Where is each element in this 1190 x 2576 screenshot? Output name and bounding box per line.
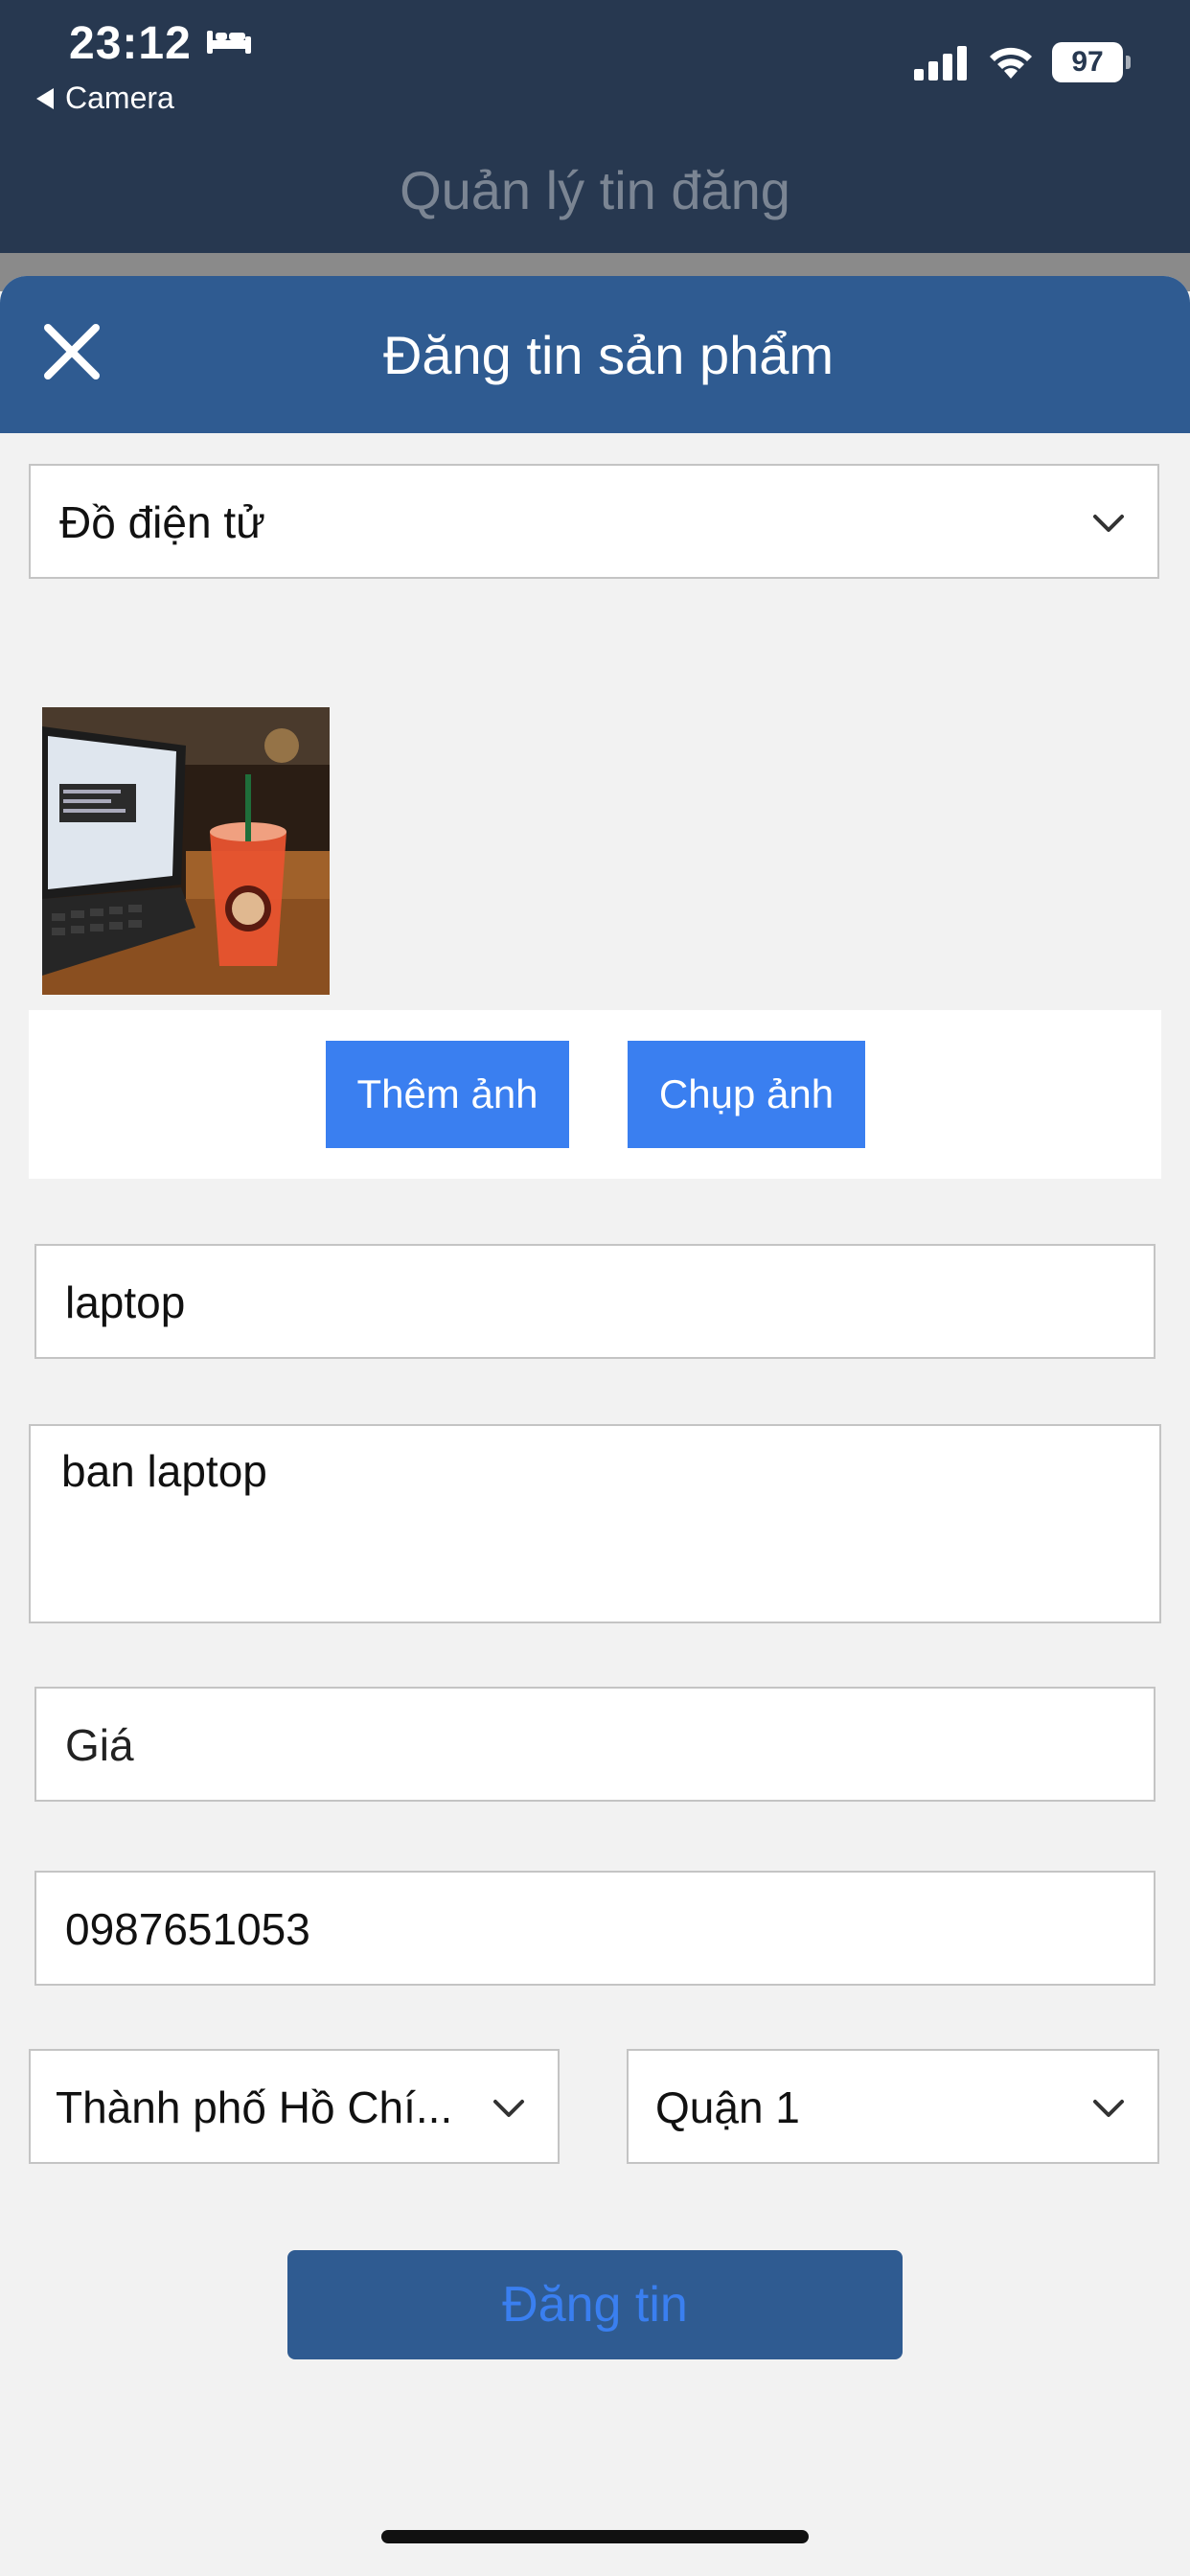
category-select[interactable]: Đồ điện tử <box>29 464 1159 579</box>
chevron-down-icon <box>1093 515 1124 532</box>
district-select[interactable]: Quận 1 <box>627 2049 1159 2164</box>
submit-post-button[interactable]: Đăng tin <box>287 2250 903 2359</box>
sheet-header: Đăng tin sản phẩm <box>0 276 1190 433</box>
home-indicator[interactable] <box>381 2530 809 2543</box>
signal-icon <box>914 46 967 80</box>
chevron-down-icon <box>1093 2100 1124 2117</box>
sheet-title: Đăng tin sản phẩm <box>382 325 835 385</box>
post-product-sheet: Đăng tin sản phẩm Đồ điện tử Thêm ảnh Ch… <box>0 276 1190 2576</box>
app-header: 23:12 Camera 97 Quản lý tin đăng <box>0 0 1190 253</box>
phone-value: 0987651053 <box>65 1904 310 1954</box>
bed-icon <box>207 31 251 54</box>
add-photo-button[interactable]: Thêm ảnh <box>326 1041 569 1148</box>
chevron-down-icon <box>493 2100 524 2117</box>
back-to-camera-link[interactable]: Camera <box>36 80 174 116</box>
title-value: laptop <box>65 1277 186 1327</box>
battery-level: 97 <box>1052 42 1123 82</box>
status-time: 23:12 <box>69 18 192 69</box>
phone-input[interactable]: 0987651053 <box>34 1871 1156 1986</box>
district-value: Quận 1 <box>655 2082 800 2132</box>
description-value: ban laptop <box>61 1446 267 1496</box>
price-input[interactable]: Giá <box>34 1687 1156 1802</box>
product-photo-thumbnail[interactable] <box>42 707 330 995</box>
back-arrow-icon <box>36 88 54 109</box>
price-placeholder: Giá <box>65 1720 134 1770</box>
photo-image <box>42 707 330 995</box>
battery-icon: 97 <box>1052 42 1131 82</box>
city-value: Thành phố Hồ Chí... <box>56 2082 453 2132</box>
title-input[interactable]: laptop <box>34 1244 1156 1359</box>
wifi-icon <box>990 47 1032 79</box>
take-photo-button[interactable]: Chụp ảnh <box>628 1041 865 1148</box>
back-app-label: Camera <box>65 80 174 115</box>
background-page-title: Quản lý tin đăng <box>400 160 790 220</box>
city-select[interactable]: Thành phố Hồ Chí... <box>29 2049 560 2164</box>
category-value: Đồ điện tử <box>59 497 265 547</box>
description-textarea[interactable]: ban laptop <box>29 1424 1161 1623</box>
photo-actions-panel: Thêm ảnh Chụp ảnh <box>29 1010 1161 1179</box>
